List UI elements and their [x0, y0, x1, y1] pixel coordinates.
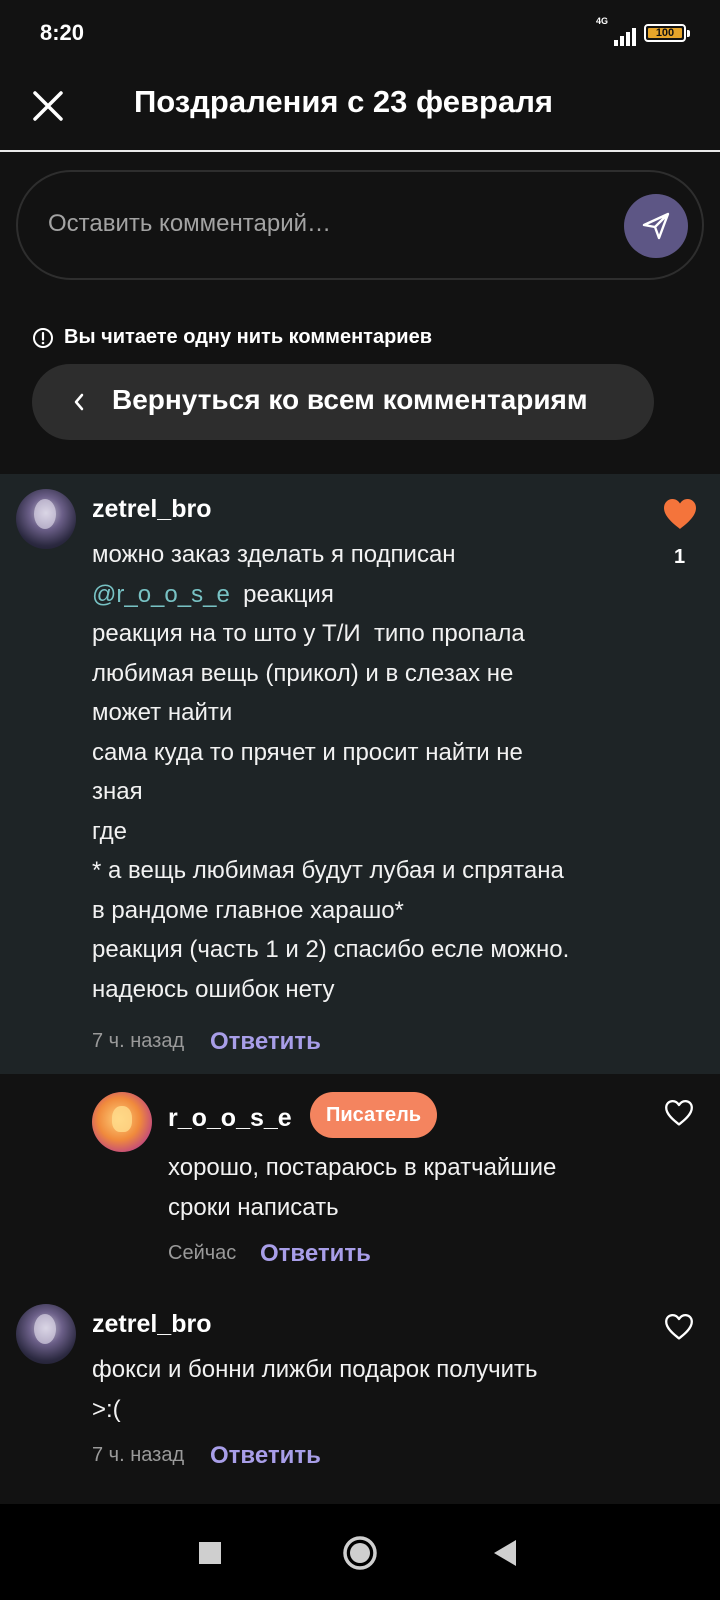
comment-text: хорошо, постараюсь в кратчайшие сроки на… [168, 1154, 557, 1221]
back-to-all-comments-label: Вернуться ко всем комментариям [112, 384, 588, 415]
thread-notice-text: Вы читаете одну нить комментариев [64, 326, 433, 348]
comment-text: можно заказ зделать я подписан @r_o_o_s_… [92, 535, 632, 1009]
header: Поздраления с 23 февраля [0, 72, 720, 152]
avatar[interactable] [16, 489, 76, 549]
avatar[interactable] [16, 1304, 76, 1364]
comment-box [16, 170, 704, 280]
writer-badge: Писатель [310, 1092, 438, 1138]
avatar[interactable] [92, 1092, 152, 1152]
heart-filled-icon[interactable] [662, 497, 698, 531]
network-type: 4G [596, 16, 609, 26]
status-bar: 8:20 4G 100 [0, 0, 720, 72]
reply-button[interactable]: Ответить [210, 1028, 321, 1056]
comment-text-line: можно заказ зделать я подписан [92, 541, 456, 568]
system-navigation-bar [0, 1504, 720, 1600]
comment-time: 7 ч. назад [92, 1030, 185, 1052]
recents-button[interactable] [199, 1542, 221, 1564]
comment-author[interactable]: zetrel_bro [92, 1310, 211, 1339]
info-icon [33, 327, 53, 348]
comment-time: 7 ч. назад [92, 1444, 185, 1466]
battery-icon: 100 [644, 24, 690, 42]
back-to-all-comments-button[interactable]: Вернуться ко всем комментариям [32, 364, 654, 440]
send-button[interactable] [624, 194, 688, 258]
back-button[interactable] [492, 1538, 518, 1568]
heart-outline-icon[interactable] [662, 1312, 696, 1342]
header-divider [0, 150, 720, 152]
close-button[interactable] [28, 86, 68, 126]
status-time: 8:20 [40, 20, 85, 45]
comment-time: Сейчас [168, 1242, 237, 1264]
mention-link[interactable]: @r_o_o_s_e [92, 581, 230, 608]
reply-button[interactable]: Ответить [260, 1240, 371, 1268]
battery-level: 100 [655, 27, 675, 39]
heart-outline-icon[interactable] [662, 1098, 696, 1128]
page-title: Поздраления с 23 февраля [134, 84, 553, 119]
send-icon [642, 212, 670, 240]
reply-button[interactable]: Ответить [210, 1442, 321, 1470]
comment-text-body: реакция на то што у Т/И типо пропала люб… [92, 620, 570, 1003]
comment-text-line: реакция [243, 580, 334, 608]
home-button[interactable] [342, 1535, 378, 1571]
like-count: 1 [674, 546, 686, 568]
comment-input[interactable] [48, 210, 568, 238]
chevron-left-icon [74, 393, 84, 411]
comment-text: фокси и бонни лижби подарок получить >:( [92, 1356, 538, 1423]
status-icons: 4G 100 [596, 16, 690, 46]
signal-icon: 4G [596, 16, 636, 46]
thread-notice: Вы читаете одну нить комментариев [32, 326, 432, 349]
close-icon [33, 91, 63, 121]
comment-author[interactable]: zetrel_bro [92, 495, 211, 524]
comment-author[interactable]: r_o_o_s_e [168, 1104, 292, 1133]
